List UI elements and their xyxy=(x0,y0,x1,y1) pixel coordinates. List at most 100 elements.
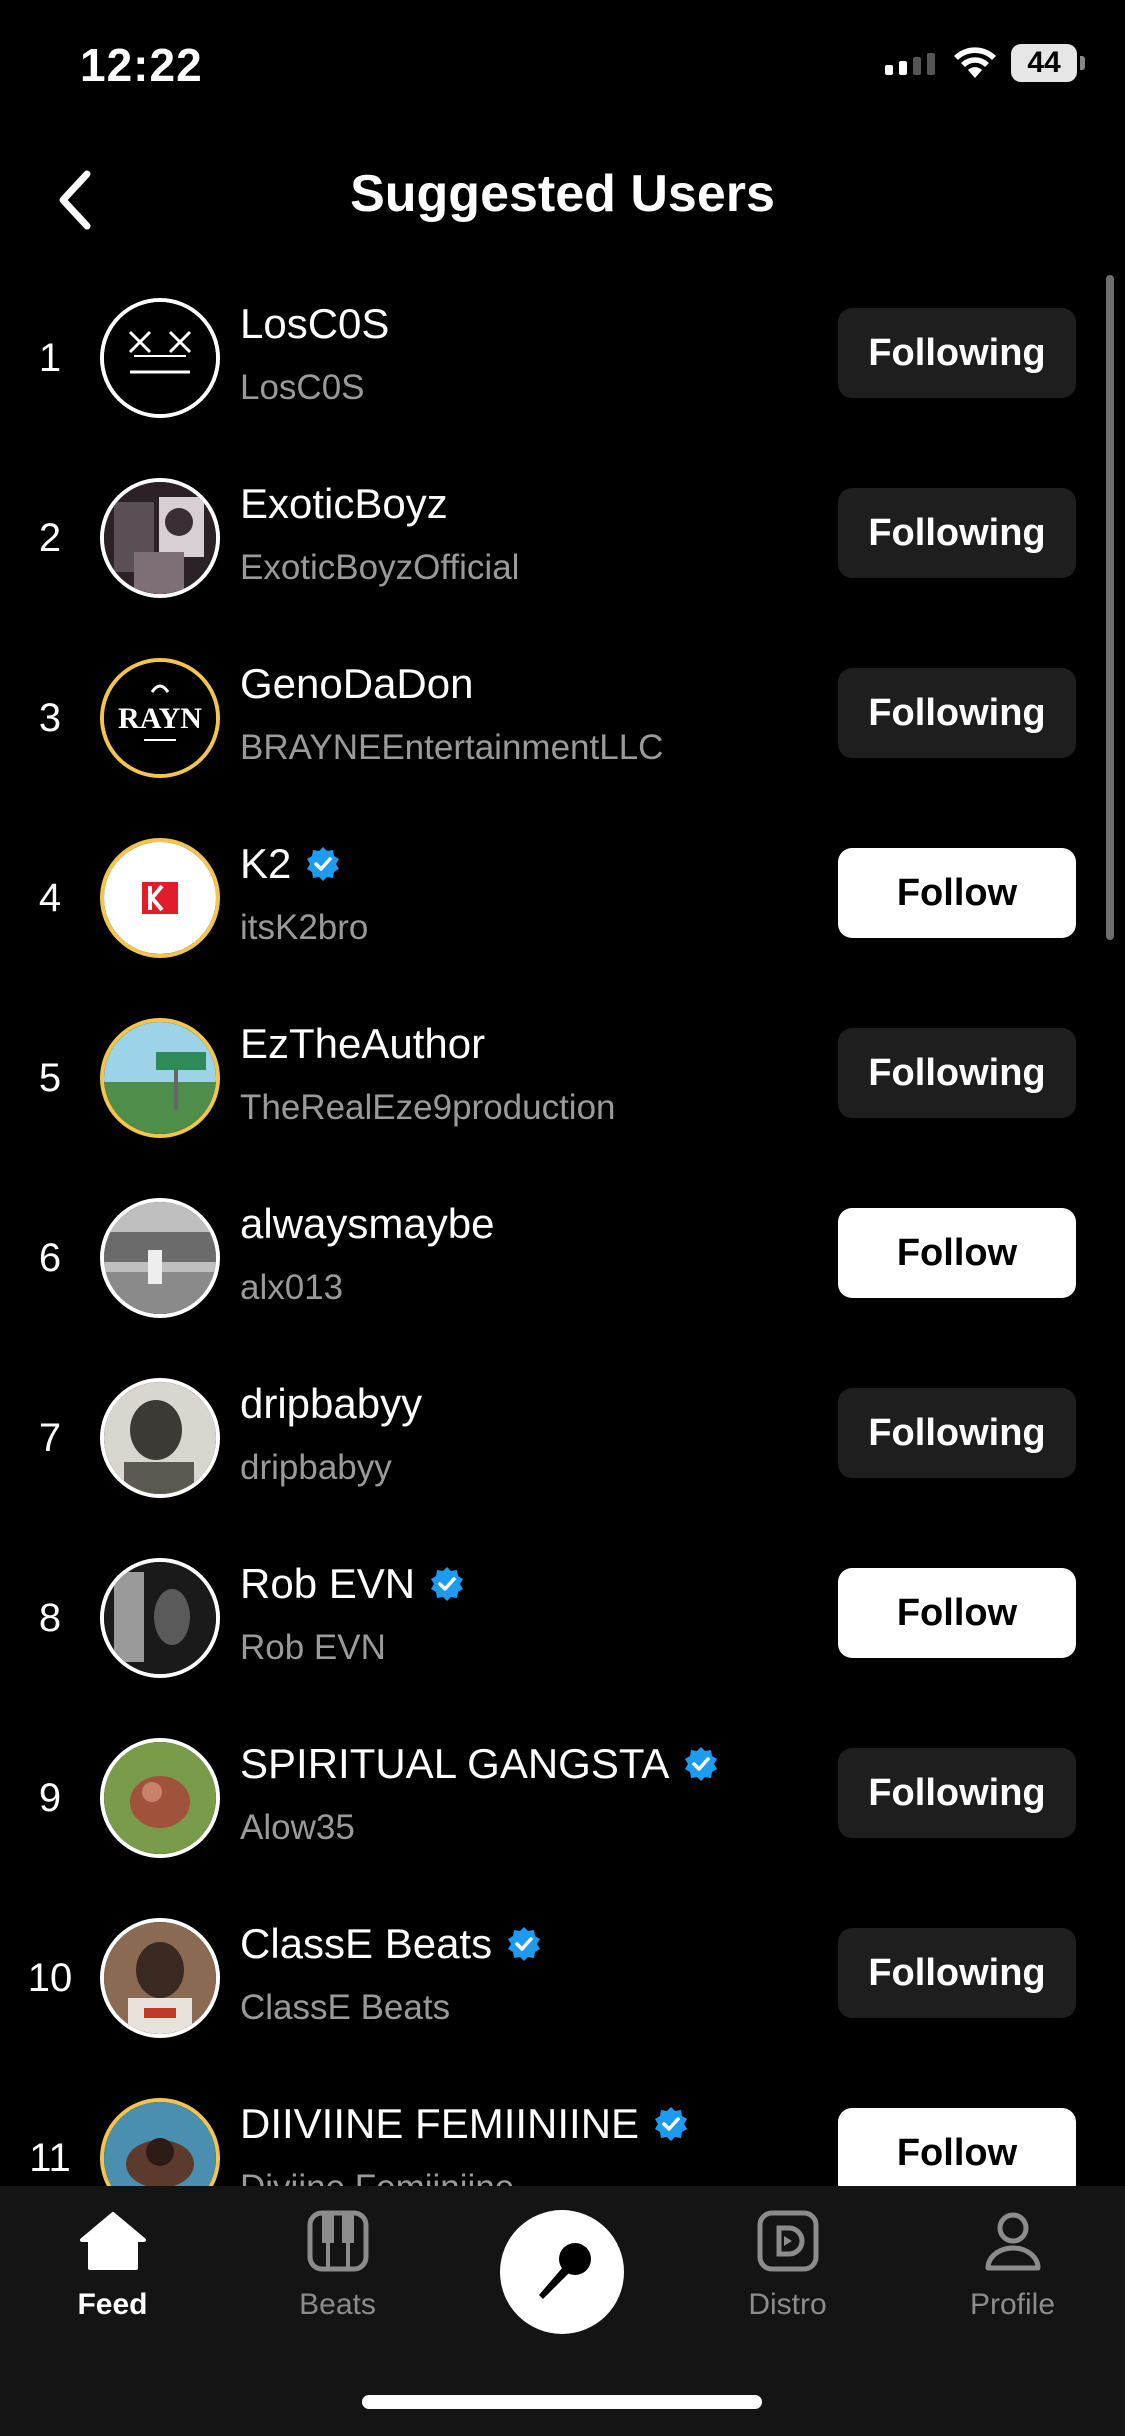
rank-number: 10 xyxy=(27,1956,73,2000)
following-button[interactable]: Following xyxy=(838,1928,1076,2018)
avatar[interactable] xyxy=(100,838,220,958)
avatar-image xyxy=(104,1922,216,2034)
tab-feed[interactable]: Feed xyxy=(0,2210,225,2360)
tab-label: Beats xyxy=(299,2288,376,2321)
rank-number: 7 xyxy=(38,1416,62,1460)
avatar[interactable] xyxy=(100,1738,220,1858)
avatar-image xyxy=(104,482,216,594)
user-name: SPIRITUAL GANGSTA xyxy=(240,1740,719,1788)
user-row[interactable]: 7 dripbabyy dripbabyy Following xyxy=(0,1348,1125,1528)
distro-icon xyxy=(757,2210,818,2272)
following-button[interactable]: Following xyxy=(838,308,1076,398)
user-handle: TheRealEze9production xyxy=(240,1088,616,1127)
user-name: GenoDaDon xyxy=(240,660,474,707)
user-row[interactable]: 3 RAYN GenoDaDon BRAYNEEntertainmentLLC … xyxy=(0,628,1125,808)
avatar-image xyxy=(104,1022,216,1134)
user-handle: alx013 xyxy=(240,1268,344,1307)
user-handle: BRAYNEEntertainmentLLC xyxy=(240,728,664,767)
microphone-icon xyxy=(539,2243,591,2299)
cellular-signal-icon xyxy=(885,53,935,75)
rank-number: 1 xyxy=(38,336,62,380)
following-button[interactable]: Following xyxy=(838,668,1076,758)
avatar-image xyxy=(104,1562,216,1674)
user-handle: LosC0S xyxy=(240,368,365,407)
verified-badge-icon xyxy=(431,1567,464,1601)
piano-keys-icon xyxy=(307,2210,368,2272)
user-row[interactable]: 6 alwaysmaybe alx013 Follow xyxy=(0,1168,1125,1348)
following-button[interactable]: Following xyxy=(838,1028,1076,1118)
page-title: Suggested Users xyxy=(350,165,775,223)
tab-distro[interactable]: Distro xyxy=(675,2210,900,2360)
verified-badge-icon xyxy=(685,1747,718,1781)
avatar[interactable] xyxy=(100,1018,220,1138)
nav-header: Suggested Users xyxy=(0,140,1125,260)
tab-beats[interactable]: Beats xyxy=(225,2210,450,2360)
user-name: EzTheAuthor xyxy=(240,1020,486,1067)
status-bar: 12:22 44 xyxy=(0,0,1125,140)
user-handle: ClassE Beats xyxy=(240,1988,451,2027)
user-row[interactable]: 1 LosC0S LosC0S Following xyxy=(0,268,1125,448)
user-name: Rob EVN xyxy=(240,1560,465,1608)
user-row[interactable]: 11 DIIVIINE FEMIINIINE Diviine Femiiniin… xyxy=(0,2068,1125,2186)
user-row[interactable]: 8 Rob EVN Rob EVN Follow xyxy=(0,1528,1125,1708)
user-handle: itsK2bro xyxy=(240,908,369,947)
follow-button[interactable]: Follow xyxy=(838,2108,1076,2186)
avatar[interactable] xyxy=(100,1198,220,1318)
following-button[interactable]: Following xyxy=(838,1388,1076,1478)
avatar[interactable] xyxy=(100,1378,220,1498)
status-icons: 44 xyxy=(885,44,1085,82)
record-button[interactable] xyxy=(500,2210,624,2334)
user-handle: Alow35 xyxy=(240,1808,355,1847)
user-row[interactable]: 2 ExoticBoyz ExoticBoyzOfficial Followin… xyxy=(0,448,1125,628)
user-handle: Diviine Femiiniine xyxy=(240,2168,514,2186)
tab-profile[interactable]: Profile xyxy=(900,2210,1125,2360)
home-icon xyxy=(79,2212,146,2270)
avatar-image xyxy=(104,302,216,414)
rank-number: 3 xyxy=(38,696,62,740)
wifi-icon xyxy=(954,47,996,78)
user-name: K2 xyxy=(240,840,341,888)
verified-badge-icon xyxy=(307,847,340,881)
avatar-image xyxy=(104,1742,216,1854)
user-row[interactable]: 10 ClassE Beats ClassE Beats Following xyxy=(0,1888,1125,2068)
avatar[interactable] xyxy=(100,298,220,418)
avatar[interactable] xyxy=(100,2098,220,2186)
rank-number: 9 xyxy=(38,1776,62,1820)
rank-number: 5 xyxy=(38,1056,62,1100)
user-name: ExoticBoyz xyxy=(240,480,448,527)
avatar-image: RAYN xyxy=(104,662,216,774)
following-button[interactable]: Following xyxy=(838,488,1076,578)
rank-number: 8 xyxy=(38,1596,62,1640)
user-row[interactable]: 9 SPIRITUAL GANGSTA Alow35 Following xyxy=(0,1708,1125,1888)
avatar[interactable] xyxy=(100,1558,220,1678)
suggested-users-list: 1 LosC0S LosC0S Following 2 ExoticBoyz E… xyxy=(0,268,1125,2186)
follow-button[interactable]: Follow xyxy=(838,848,1076,938)
follow-button[interactable]: Follow xyxy=(838,1568,1076,1658)
avatar-image xyxy=(104,2102,216,2186)
verified-badge-icon xyxy=(655,2107,688,2141)
rank-number: 4 xyxy=(38,876,62,920)
home-indicator xyxy=(362,2395,762,2409)
following-button[interactable]: Following xyxy=(838,1748,1076,1838)
tab-label: Distro xyxy=(748,2288,827,2321)
user-row[interactable]: 5 EzTheAuthor TheRealEze9production Foll… xyxy=(0,988,1125,1168)
user-name: DIIVIINE FEMIINIINE xyxy=(240,2100,689,2148)
scrollbar[interactable] xyxy=(1106,275,1114,940)
avatar[interactable] xyxy=(100,1918,220,2038)
follow-button[interactable]: Follow xyxy=(838,1208,1076,1298)
user-handle: dripbabyy xyxy=(240,1448,392,1487)
avatar[interactable] xyxy=(100,478,220,598)
user-handle: Rob EVN xyxy=(240,1628,386,1667)
avatar[interactable]: RAYN xyxy=(100,658,220,778)
user-handle: ExoticBoyzOfficial xyxy=(240,548,520,587)
user-row[interactable]: 4 K2 itsK2bro Follow xyxy=(0,808,1125,988)
user-name: alwaysmaybe xyxy=(240,1200,495,1247)
user-name: ClassE Beats xyxy=(240,1920,542,1968)
avatar-image xyxy=(104,1382,216,1494)
status-time: 12:22 xyxy=(80,39,203,91)
rank-number: 6 xyxy=(38,1236,62,1280)
user-name: dripbabyy xyxy=(240,1380,423,1427)
svg-text:RAYN: RAYN xyxy=(118,702,202,735)
person-icon xyxy=(985,2212,1040,2271)
user-name: LosC0S xyxy=(240,300,390,347)
